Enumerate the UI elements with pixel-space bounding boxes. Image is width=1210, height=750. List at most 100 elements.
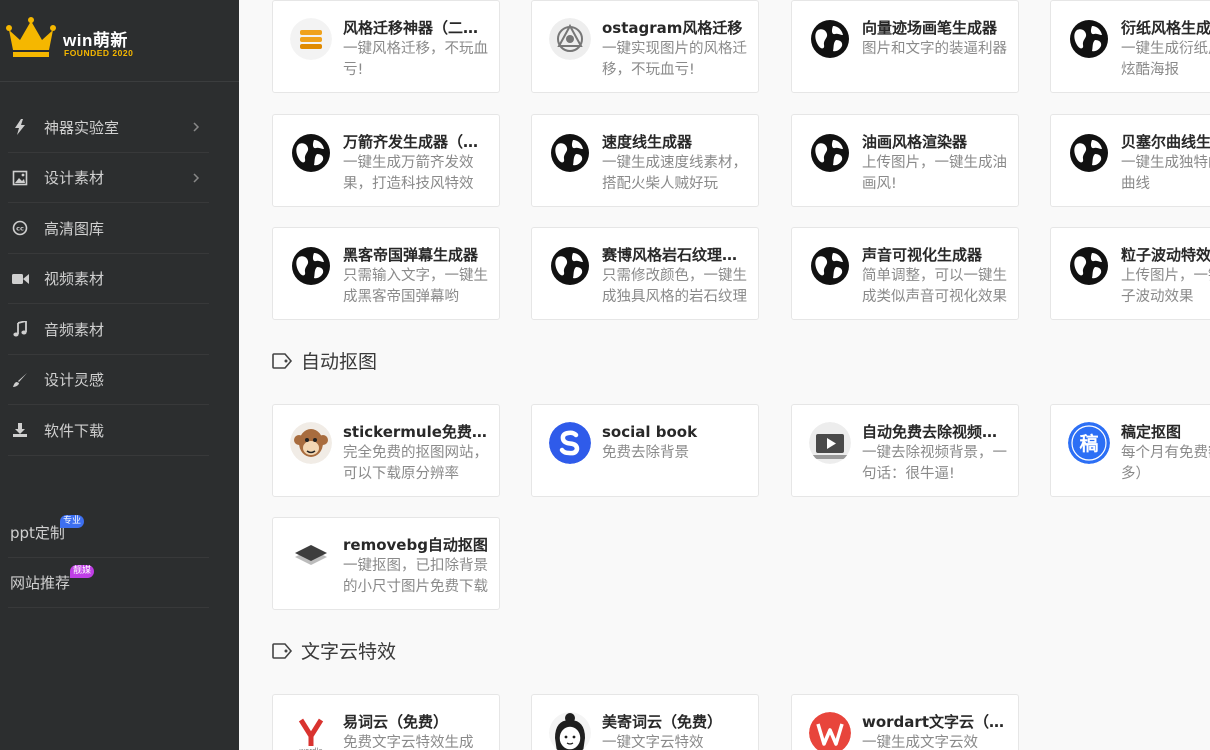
layers-icon (290, 535, 332, 577)
card-description: 图片和文字的装逼利器 (862, 41, 1007, 57)
card-description: 每个月有免费额度（不多） (1121, 445, 1210, 482)
card-description: 上传图片，一键生成油画风! (862, 155, 1007, 192)
card-title: stickermule免费抠图 (343, 423, 488, 441)
tool-card[interactable]: 赛博风格岩石纹理生成器 只需修改颜色，一键生成独具风格的岩石纹理 (531, 227, 759, 320)
tool-card[interactable]: 速度线生成器 一键生成速度线素材，搭配火柴人贼好玩 (531, 114, 759, 207)
card-title: 油画风格渲染器 (862, 133, 968, 151)
tool-card[interactable]: wordart文字云（收费） 一键生成文字云效 (791, 694, 1019, 750)
girl-avatar-icon (549, 712, 591, 750)
tool-card[interactable]: 贝塞尔曲线生成器 一键生成独特的贝塞尔曲线 (1050, 114, 1210, 207)
section-title: 文字云特效 (301, 641, 397, 663)
card-title: 黑客帝国弹幕生成器 (343, 246, 479, 264)
tool-card[interactable]: 油画风格渲染器 上传图片，一键生成油画风! (791, 114, 1019, 207)
sidebar-item-audio[interactable]: 音频素材 (0, 304, 239, 355)
tool-card[interactable]: removebg自动抠图 一键抠图，已扣除背景的小尺寸图片免费下载 (272, 517, 500, 610)
sidebar-item-site-recommend[interactable]: 网站推荐 靓媒 (0, 558, 239, 608)
video-play-icon (809, 422, 851, 464)
sidebar-item-label: 音频素材 (44, 320, 105, 339)
tool-card[interactable]: 黑客帝国弹幕生成器 只需输入文字，一键生成黑客帝国弹幕哟 (272, 227, 500, 320)
tool-card[interactable]: 粒子波动特效生成器 上传图片，一键生成粒子波动效果 (1050, 227, 1210, 320)
sidebar-item-label: 网站推荐 (10, 574, 71, 592)
sidebar-item-label: ppt定制 (10, 524, 65, 542)
sidebar-item-video[interactable]: 视频素材 (0, 254, 239, 305)
crown-icon (6, 17, 56, 57)
orange-stack-icon (290, 18, 332, 60)
sidebar-item-label: 设计灵感 (44, 371, 105, 390)
sidebar-item-inspiration[interactable]: 设计灵感 (0, 355, 239, 406)
section-heading-cutout: 自动抠图 (271, 347, 377, 374)
download-icon (10, 420, 30, 440)
globe-icon (809, 245, 851, 287)
globe-icon (1068, 132, 1110, 174)
tool-card[interactable]: social book 免费去除背景 (531, 404, 759, 497)
globe-icon (809, 18, 851, 60)
sidebar-item-label: 软件下载 (44, 421, 105, 440)
chevron-right-icon (193, 172, 200, 183)
tool-card[interactable]: wordle 易词云（免费） 免费文字云特效生成 (272, 694, 500, 750)
tool-card[interactable]: 美寄词云（免费） 一键文字云特效 (531, 694, 759, 750)
logo-tagline: FOUNDED 2020 (64, 48, 134, 58)
tool-card[interactable]: ostagram风格迁移 一键实现图片的风格迁移，不玩血亏! (531, 0, 759, 93)
sidebar-item-software[interactable]: 软件下载 (0, 405, 239, 456)
cc-icon: cc (10, 218, 30, 238)
card-title: 美寄词云（免费） (602, 713, 723, 731)
tool-card[interactable]: 风格迁移神器（二次元） 一键风格迁移，不玩血亏! (272, 0, 500, 93)
tool-card[interactable]: stickermule免费抠图 完全免费的抠图网站，可以下载原分辨率 (272, 404, 500, 497)
sidebar-item-ppt[interactable]: ppt定制 专业 (0, 508, 239, 558)
globe-icon (809, 132, 851, 174)
badge-pro: 专业 (60, 515, 85, 528)
tool-card[interactable]: 自动免费去除视频背景 一键去除视频背景，一句话：很牛逼! (791, 404, 1019, 497)
card-description: 一键实现图片的风格迁移，不玩血亏! (602, 41, 747, 78)
tool-card[interactable]: 衍纸风格生成器 一键生成衍纸风格，出炫酷海报 (1050, 0, 1210, 93)
globe-icon (290, 245, 332, 287)
tool-card[interactable]: 稿 稿定抠图 每个月有免费额度（不多） (1050, 404, 1210, 497)
card-description: 一键生成万箭齐发效果，打造科技风特效 (343, 155, 474, 192)
card-description: 一键风格迁移，不玩血亏! (343, 41, 488, 78)
sidebar-item-label: 神器实验室 (44, 118, 120, 137)
card-description: 只需修改颜色，一键生成独具风格的岩石纹理 (602, 268, 747, 305)
card-description: 一键去除视频背景，一句话：很牛逼! (862, 445, 1007, 482)
sidebar-item-design-assets[interactable]: 设计素材 (0, 153, 239, 204)
card-description: 免费去除背景 (602, 445, 689, 461)
chevron-right-icon (193, 122, 200, 132)
sidebar-item-label: 视频素材 (44, 270, 105, 289)
sidebar-item-hd-gallery[interactable]: cc 高清图库 (0, 203, 239, 254)
card-title: 声音可视化生成器 (862, 246, 983, 264)
card-title: 衍纸风格生成器 (1121, 19, 1210, 37)
globe-icon (549, 245, 591, 287)
card-title: 稿定抠图 (1121, 423, 1182, 441)
tag-icon (272, 642, 293, 659)
svg-text:稿: 稿 (1079, 432, 1098, 455)
card-title: wordart文字云（收费） (862, 713, 1007, 731)
badge-media: 靓媒 (70, 565, 95, 578)
video-icon (10, 269, 30, 289)
globe-icon (1068, 245, 1110, 287)
gaoding-icon: 稿 (1068, 422, 1110, 464)
card-description: 一键生成衍纸风格，出炫酷海报 (1121, 41, 1210, 78)
sidebar-item-label: 设计素材 (44, 169, 105, 188)
section-heading-wordcloud: 文字云特效 (271, 637, 396, 664)
music-icon (10, 319, 30, 339)
card-title: 贝塞尔曲线生成器 (1121, 133, 1210, 151)
card-title: 速度线生成器 (602, 133, 693, 151)
image-icon (10, 168, 30, 188)
tool-card[interactable]: 向量迹场画笔生成器 图片和文字的装逼利器 (791, 0, 1019, 93)
sidebar-menu: 神器实验室 设计素材 cc 高清图库 视频素材 音频素材 设计灵感 软件下载 (0, 102, 239, 456)
card-description: 一键生成独特的贝塞尔曲线 (1121, 155, 1210, 192)
card-title: ostagram风格迁移 (602, 19, 743, 37)
globe-icon (549, 132, 591, 174)
sidebar-item-lab[interactable]: 神器实验室 (0, 102, 239, 153)
ostagram-logo-icon (549, 18, 591, 60)
tool-card[interactable]: 声音可视化生成器 简单调整，可以一键生成类似声音可视化效果 (791, 227, 1019, 320)
tool-card[interactable]: 万箭齐发生成器（数据） 一键生成万箭齐发效果，打造科技风特效 (272, 114, 500, 207)
bolt-icon (10, 117, 30, 137)
card-title: 易词云（免费） (343, 713, 449, 731)
section-title: 自动抠图 (301, 351, 378, 373)
card-title: 向量迹场画笔生成器 (862, 19, 998, 37)
site-logo[interactable]: win萌新 FOUNDED 2020 (0, 0, 239, 82)
card-description: 只需输入文字，一键生成黑客帝国弹幕哟 (343, 268, 488, 305)
globe-icon (290, 132, 332, 174)
tag-icon (272, 352, 293, 369)
card-title: 自动免费去除视频背景 (862, 423, 1007, 441)
card-description: 一键生成文字云效 (862, 735, 978, 750)
